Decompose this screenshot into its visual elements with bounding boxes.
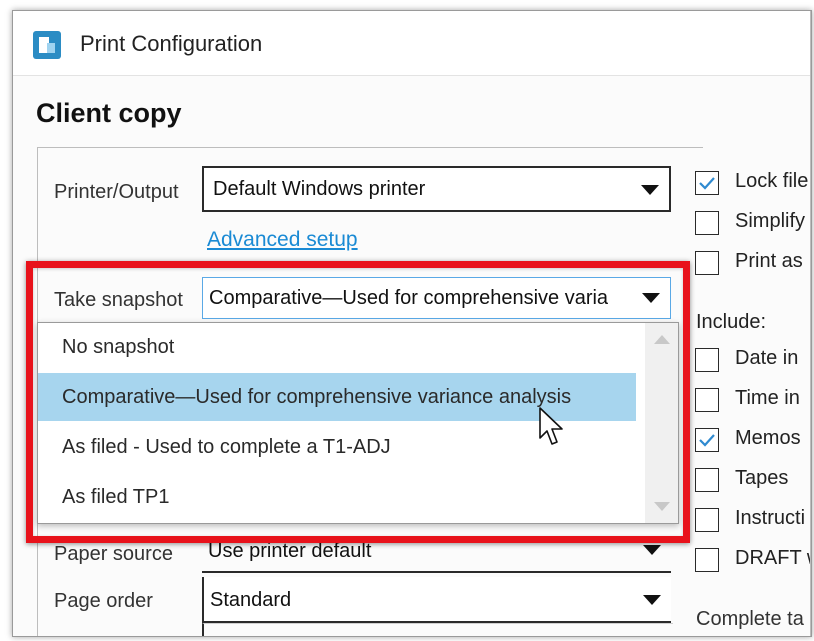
date-checkbox[interactable]	[695, 348, 719, 372]
print-configuration-window: Print Configuration Client copy Printer/…	[12, 10, 812, 637]
complete-heading: Complete ta	[696, 608, 804, 630]
take-snapshot-value: Comparative—Used for comprehensive varia	[209, 287, 609, 309]
memos-label: Memos	[735, 427, 801, 449]
print-as-label: Print as	[735, 250, 803, 272]
next-select-edge	[202, 623, 673, 636]
chevron-down-icon	[642, 293, 660, 303]
simplify-label: Simplify	[735, 210, 806, 232]
advanced-setup-link[interactable]: Advanced setup	[207, 228, 358, 252]
dropdown-option-no-snapshot[interactable]: No snapshot	[38, 323, 636, 371]
include-heading: Include:	[696, 311, 767, 333]
simplify-checkbox[interactable]	[695, 211, 719, 235]
app-logo-icon	[33, 31, 61, 59]
time-label: Time in	[735, 387, 800, 409]
scroll-up-icon[interactable]	[654, 335, 670, 344]
instructions-label: Instructi	[735, 507, 806, 529]
checkmark-icon	[699, 177, 715, 190]
dropdown-option-label: As filed TP1	[62, 486, 170, 508]
mouse-pointer-icon	[539, 407, 563, 445]
date-label: Date in	[735, 347, 799, 369]
instructions-checkbox[interactable]	[695, 508, 719, 532]
print-as-checkbox[interactable]	[695, 251, 719, 275]
memos-checkbox[interactable]	[695, 428, 719, 452]
chevron-down-icon	[643, 545, 661, 555]
title-bar: Print Configuration	[13, 11, 811, 76]
paper-source-value: Use printer default	[208, 540, 372, 562]
chevron-down-icon	[643, 595, 661, 605]
paper-source-select[interactable]: Use printer default	[202, 533, 671, 573]
section-heading: Client copy	[36, 98, 182, 128]
dropdown-option-label: No snapshot	[62, 336, 175, 358]
dropdown-scrollbar[interactable]	[645, 323, 678, 523]
dropdown-option-as-filed-tp1[interactable]: As filed TP1	[38, 473, 636, 521]
page-order-label: Page order	[54, 590, 153, 612]
draft-checkbox[interactable]	[695, 548, 719, 572]
time-checkbox[interactable]	[695, 388, 719, 412]
tapes-label: Tapes	[735, 467, 789, 489]
tapes-checkbox[interactable]	[695, 468, 719, 492]
page-order-select[interactable]: Standard	[202, 577, 671, 623]
dropdown-option-label: As filed - Used to complete a T1-ADJ	[62, 436, 391, 458]
chevron-down-icon	[641, 185, 659, 195]
draft-label: DRAFT w	[735, 547, 811, 569]
lock-file-checkbox[interactable]	[695, 171, 719, 195]
printer-output-select[interactable]: Default Windows printer	[202, 166, 671, 212]
dropdown-option-label: Comparative—Used for comprehensive varia…	[62, 386, 572, 408]
paper-source-label: Paper source	[54, 543, 173, 565]
take-snapshot-select[interactable]: Comparative—Used for comprehensive varia	[202, 277, 671, 319]
page-order-value: Standard	[210, 589, 292, 611]
window-edge	[810, 11, 811, 636]
lock-file-label: Lock file	[735, 170, 809, 192]
printer-output-label: Printer/Output	[54, 181, 179, 203]
checkmark-icon	[699, 434, 715, 447]
snapshot-dropdown-list: No snapshot Comparative—Used for compreh…	[37, 322, 679, 524]
scroll-down-icon[interactable]	[654, 502, 670, 511]
take-snapshot-label: Take snapshot	[54, 289, 183, 311]
window-title: Print Configuration	[80, 31, 263, 56]
printer-output-value: Default Windows printer	[213, 178, 426, 200]
